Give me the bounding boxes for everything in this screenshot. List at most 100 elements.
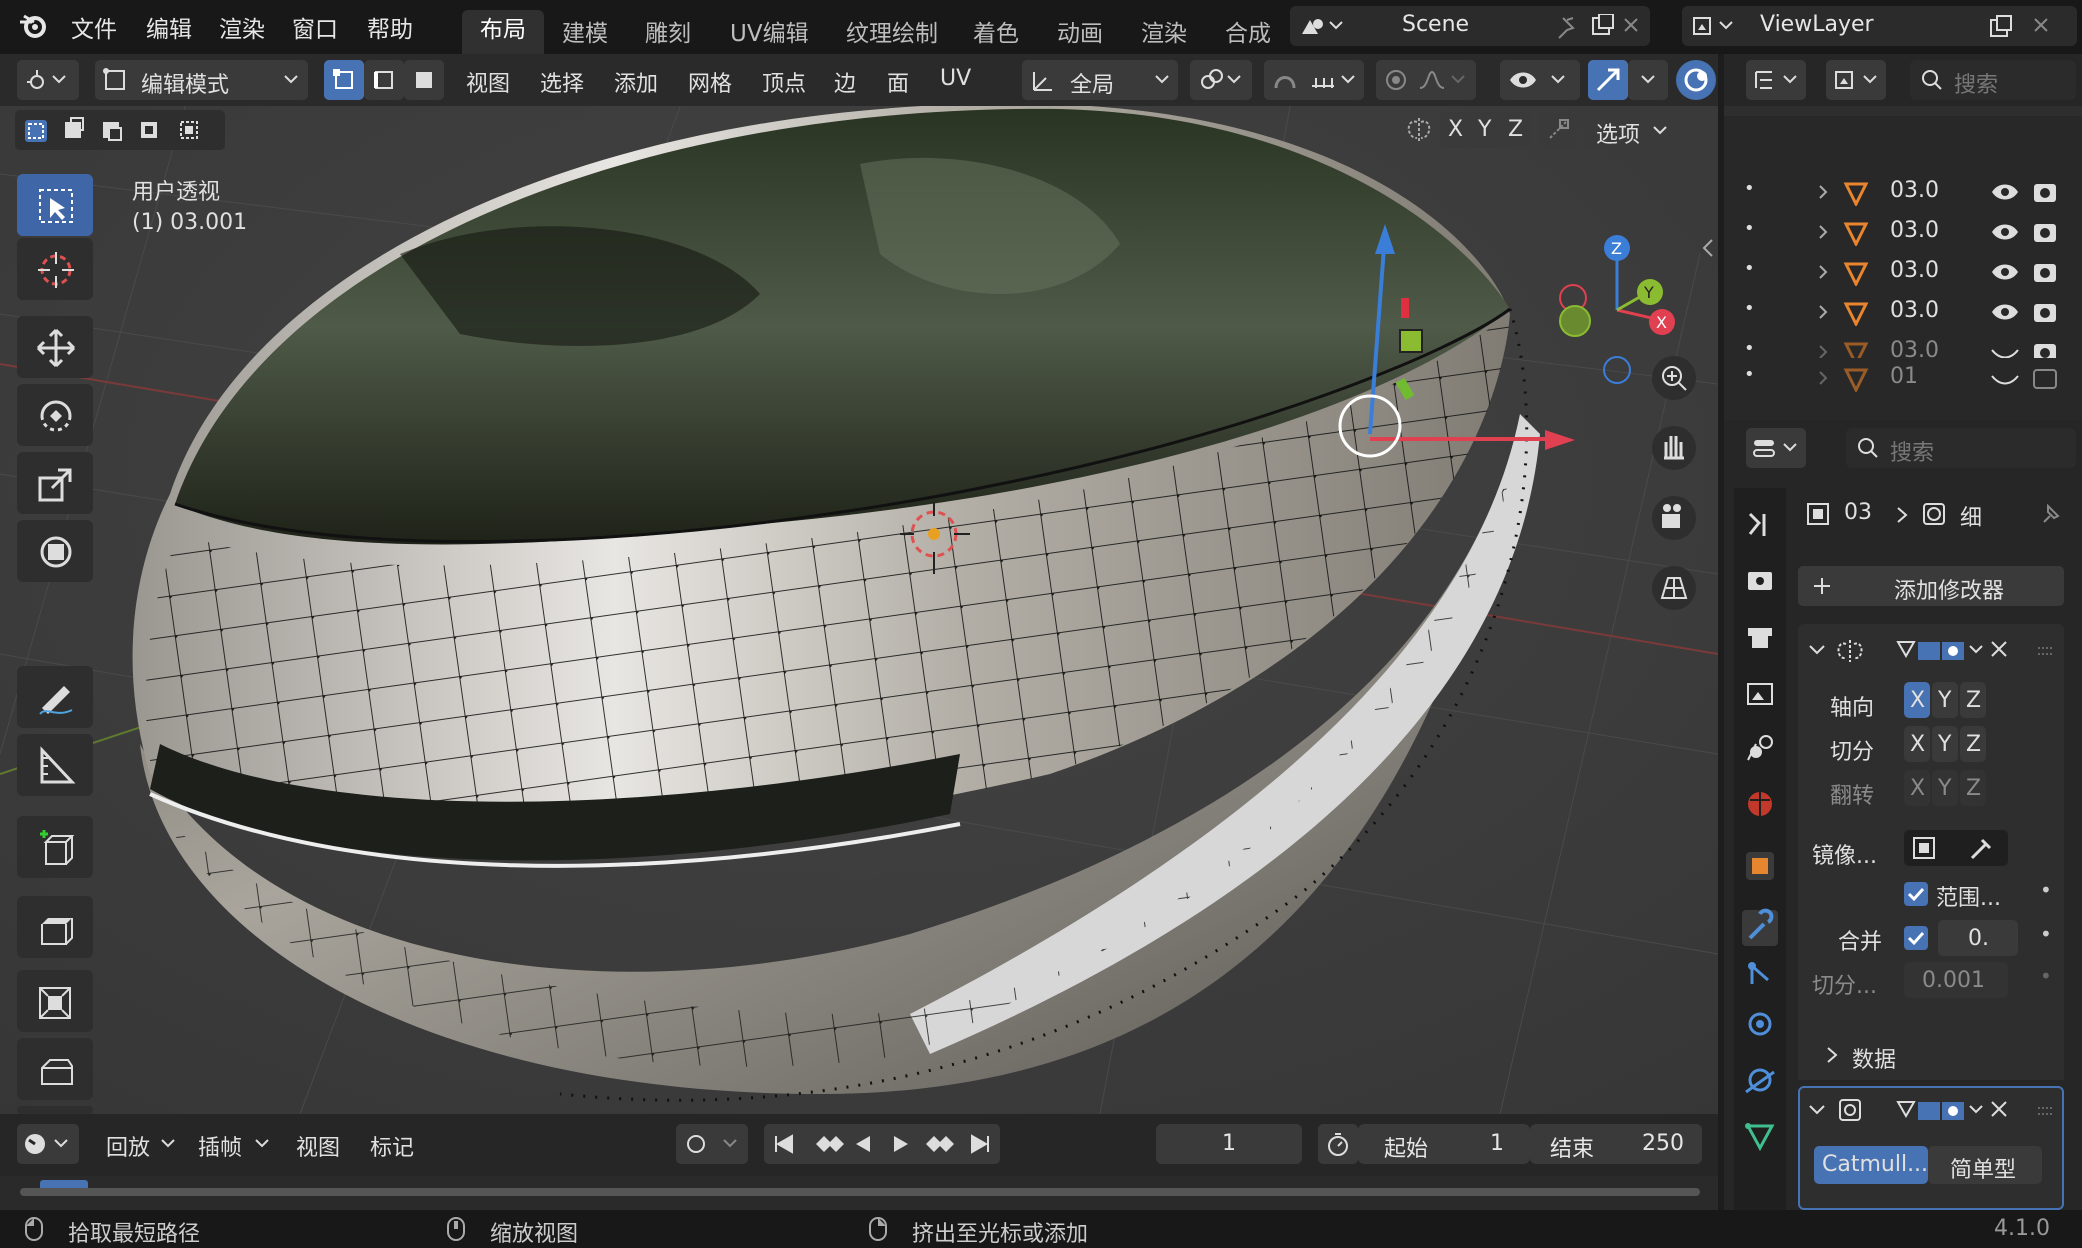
auto-merge-button[interactable]	[1540, 112, 1576, 148]
eye-camera-icons[interactable]	[1990, 180, 2070, 206]
scale-tool[interactable]	[17, 452, 93, 514]
timeline-scrollbar[interactable]	[20, 1188, 1700, 1196]
timeline-view-menu[interactable]: 视图	[296, 1130, 340, 1162]
menu-uv[interactable]: UV	[940, 66, 971, 91]
tab-animation[interactable]: 动画	[1057, 14, 1103, 48]
tab-layout[interactable]: 布局	[462, 10, 544, 54]
outliner-row[interactable]: • 03.0	[1724, 252, 2082, 292]
3d-viewport[interactable]: 编辑模式 视图 选择 添加 网格 顶点 边 面 UV 全局 X Y Z 选项 用…	[0, 54, 1718, 1114]
inset-tool[interactable]	[17, 970, 93, 1032]
view-layer-selector[interactable]: ViewLayer	[1682, 6, 2077, 46]
menu-window[interactable]: 窗口	[292, 10, 338, 44]
scene-selector[interactable]: Scene	[1290, 6, 1650, 46]
display-mode-selector[interactable]	[1826, 60, 1886, 100]
simple-subdivision-button[interactable]: 简单型	[1928, 1146, 2042, 1184]
mode-selector[interactable]: 编辑模式	[95, 60, 308, 100]
mirror-x-toggle[interactable]: X	[1440, 112, 1470, 148]
catmull-clark-button[interactable]: Catmull...	[1814, 1146, 1928, 1184]
add-modifier-button[interactable]: 添加修改器	[1798, 566, 2064, 606]
transform-orientation-selector[interactable]: 全局	[1022, 60, 1178, 100]
current-frame-field[interactable]: 1	[1156, 1124, 1302, 1164]
bisect-z-toggle[interactable]: Z	[1960, 726, 1986, 762]
viewport-nav-buttons[interactable]	[1650, 354, 1698, 634]
snapping-group[interactable]	[1264, 60, 1364, 100]
axis-z-toggle[interactable]: Z	[1960, 682, 1986, 718]
proportional-edit-group[interactable]	[1376, 60, 1476, 100]
extrude-tool[interactable]	[17, 896, 93, 958]
data-subpanel[interactable]: 数据	[1798, 1030, 2064, 1080]
add-cube-tool[interactable]	[17, 816, 93, 878]
menu-vertex[interactable]: 顶点	[762, 66, 806, 98]
flip-z-toggle[interactable]: Z	[1960, 770, 1986, 806]
preview-range-toggle[interactable]	[1318, 1124, 1358, 1164]
bevel-tool[interactable]	[17, 1038, 93, 1100]
marker-menu[interactable]: 标记	[370, 1130, 414, 1162]
clipping-checkbox[interactable]	[1904, 882, 1928, 906]
keyframe-dot-icon[interactable]: •	[2040, 878, 2052, 902]
measure-tool[interactable]	[17, 734, 93, 796]
viewport-scene[interactable]	[0, 54, 1718, 1114]
tab-rendering[interactable]: 渲染	[1141, 14, 1187, 48]
keyframe-dot-icon[interactable]: •	[2040, 922, 2052, 946]
outliner-search[interactable]: 搜索	[1910, 60, 2076, 100]
start-frame-field[interactable]: 起始 1	[1358, 1124, 1530, 1164]
outliner-row[interactable]: • 03.0	[1724, 212, 2082, 252]
menu-help[interactable]: 帮助	[367, 10, 413, 44]
pivot-point-selector[interactable]	[1190, 60, 1252, 100]
menu-edit[interactable]: 编辑	[146, 10, 192, 44]
tab-modeling[interactable]: 建模	[562, 14, 608, 48]
outliner-row[interactable]: • 03.0	[1724, 292, 2082, 332]
bisect-distance-field[interactable]: 0.001	[1904, 962, 2008, 998]
bisect-x-toggle[interactable]: X	[1904, 726, 1930, 762]
menu-view[interactable]: 视图	[466, 66, 510, 98]
options-dropdown[interactable]: 选项	[1584, 112, 1674, 148]
menu-edge[interactable]: 边	[834, 66, 856, 98]
mirror-y-toggle[interactable]: Y	[1470, 112, 1500, 148]
playback-controls-icons[interactable]	[770, 1132, 996, 1156]
select-box-mode-icons[interactable]	[21, 116, 221, 144]
sidebar-expand-icon[interactable]	[1700, 236, 1716, 260]
overlay-toggle-button[interactable]	[1676, 60, 1716, 100]
gizmo-toggle-button[interactable]	[1588, 60, 1628, 100]
tab-sculpting[interactable]: 雕刻	[645, 14, 691, 48]
properties-tab-icons[interactable]	[1742, 508, 1778, 1208]
eye-hidden-camera-icons[interactable]	[1990, 366, 2070, 392]
tab-uv-editing[interactable]: UV编辑	[730, 14, 809, 48]
timeline-editor-type[interactable]	[17, 1124, 79, 1164]
pin-icon[interactable]	[2036, 500, 2064, 528]
select-box-tool[interactable]	[17, 174, 93, 236]
menu-mesh[interactable]: 网格	[688, 66, 732, 98]
flip-x-toggle[interactable]: X	[1904, 770, 1930, 806]
tab-texture-paint[interactable]: 纹理绘制	[846, 14, 938, 48]
vertex-select-button[interactable]	[324, 60, 364, 100]
axis-y-toggle[interactable]: Y	[1932, 682, 1958, 718]
face-select-button[interactable]	[404, 60, 444, 100]
scene-actions-icons[interactable]	[1555, 14, 1645, 40]
mirror-modifier-header-icons[interactable]	[1806, 636, 2062, 666]
menu-face[interactable]: 面	[887, 66, 909, 98]
subsurf-modifier-header-icons[interactable]	[1806, 1096, 2062, 1126]
menu-select[interactable]: 选择	[540, 66, 584, 98]
playback-controls[interactable]	[764, 1124, 1000, 1164]
menu-file[interactable]: 文件	[71, 10, 117, 44]
playback-menu[interactable]: 回放	[106, 1130, 150, 1162]
annotate-tool[interactable]	[17, 666, 93, 728]
auto-keying-toggle[interactable]	[676, 1124, 748, 1164]
properties-search[interactable]: 搜索	[1846, 428, 2076, 468]
transform-tool[interactable]	[17, 520, 93, 582]
edge-select-button[interactable]	[364, 60, 404, 100]
end-frame-field[interactable]: 结束 250	[1530, 1124, 1702, 1164]
bisect-y-toggle[interactable]: Y	[1932, 726, 1958, 762]
eye-camera-icons[interactable]	[1990, 260, 2070, 286]
move-tool[interactable]	[17, 316, 93, 378]
properties-editor-type[interactable]	[1746, 428, 1806, 468]
flip-y-toggle[interactable]: Y	[1932, 770, 1958, 806]
outliner-row[interactable]: • 03.0	[1724, 172, 2082, 212]
gizmo-options-button[interactable]	[1628, 60, 1668, 100]
rotate-tool[interactable]	[17, 384, 93, 446]
view-layer-actions-icons[interactable]	[1987, 14, 2072, 40]
merge-distance-field[interactable]: 0.	[1938, 920, 2018, 956]
outliner-row[interactable]: • 01	[1724, 358, 2082, 398]
eye-camera-icons[interactable]	[1990, 220, 2070, 246]
editor-type-button[interactable]	[17, 60, 79, 100]
